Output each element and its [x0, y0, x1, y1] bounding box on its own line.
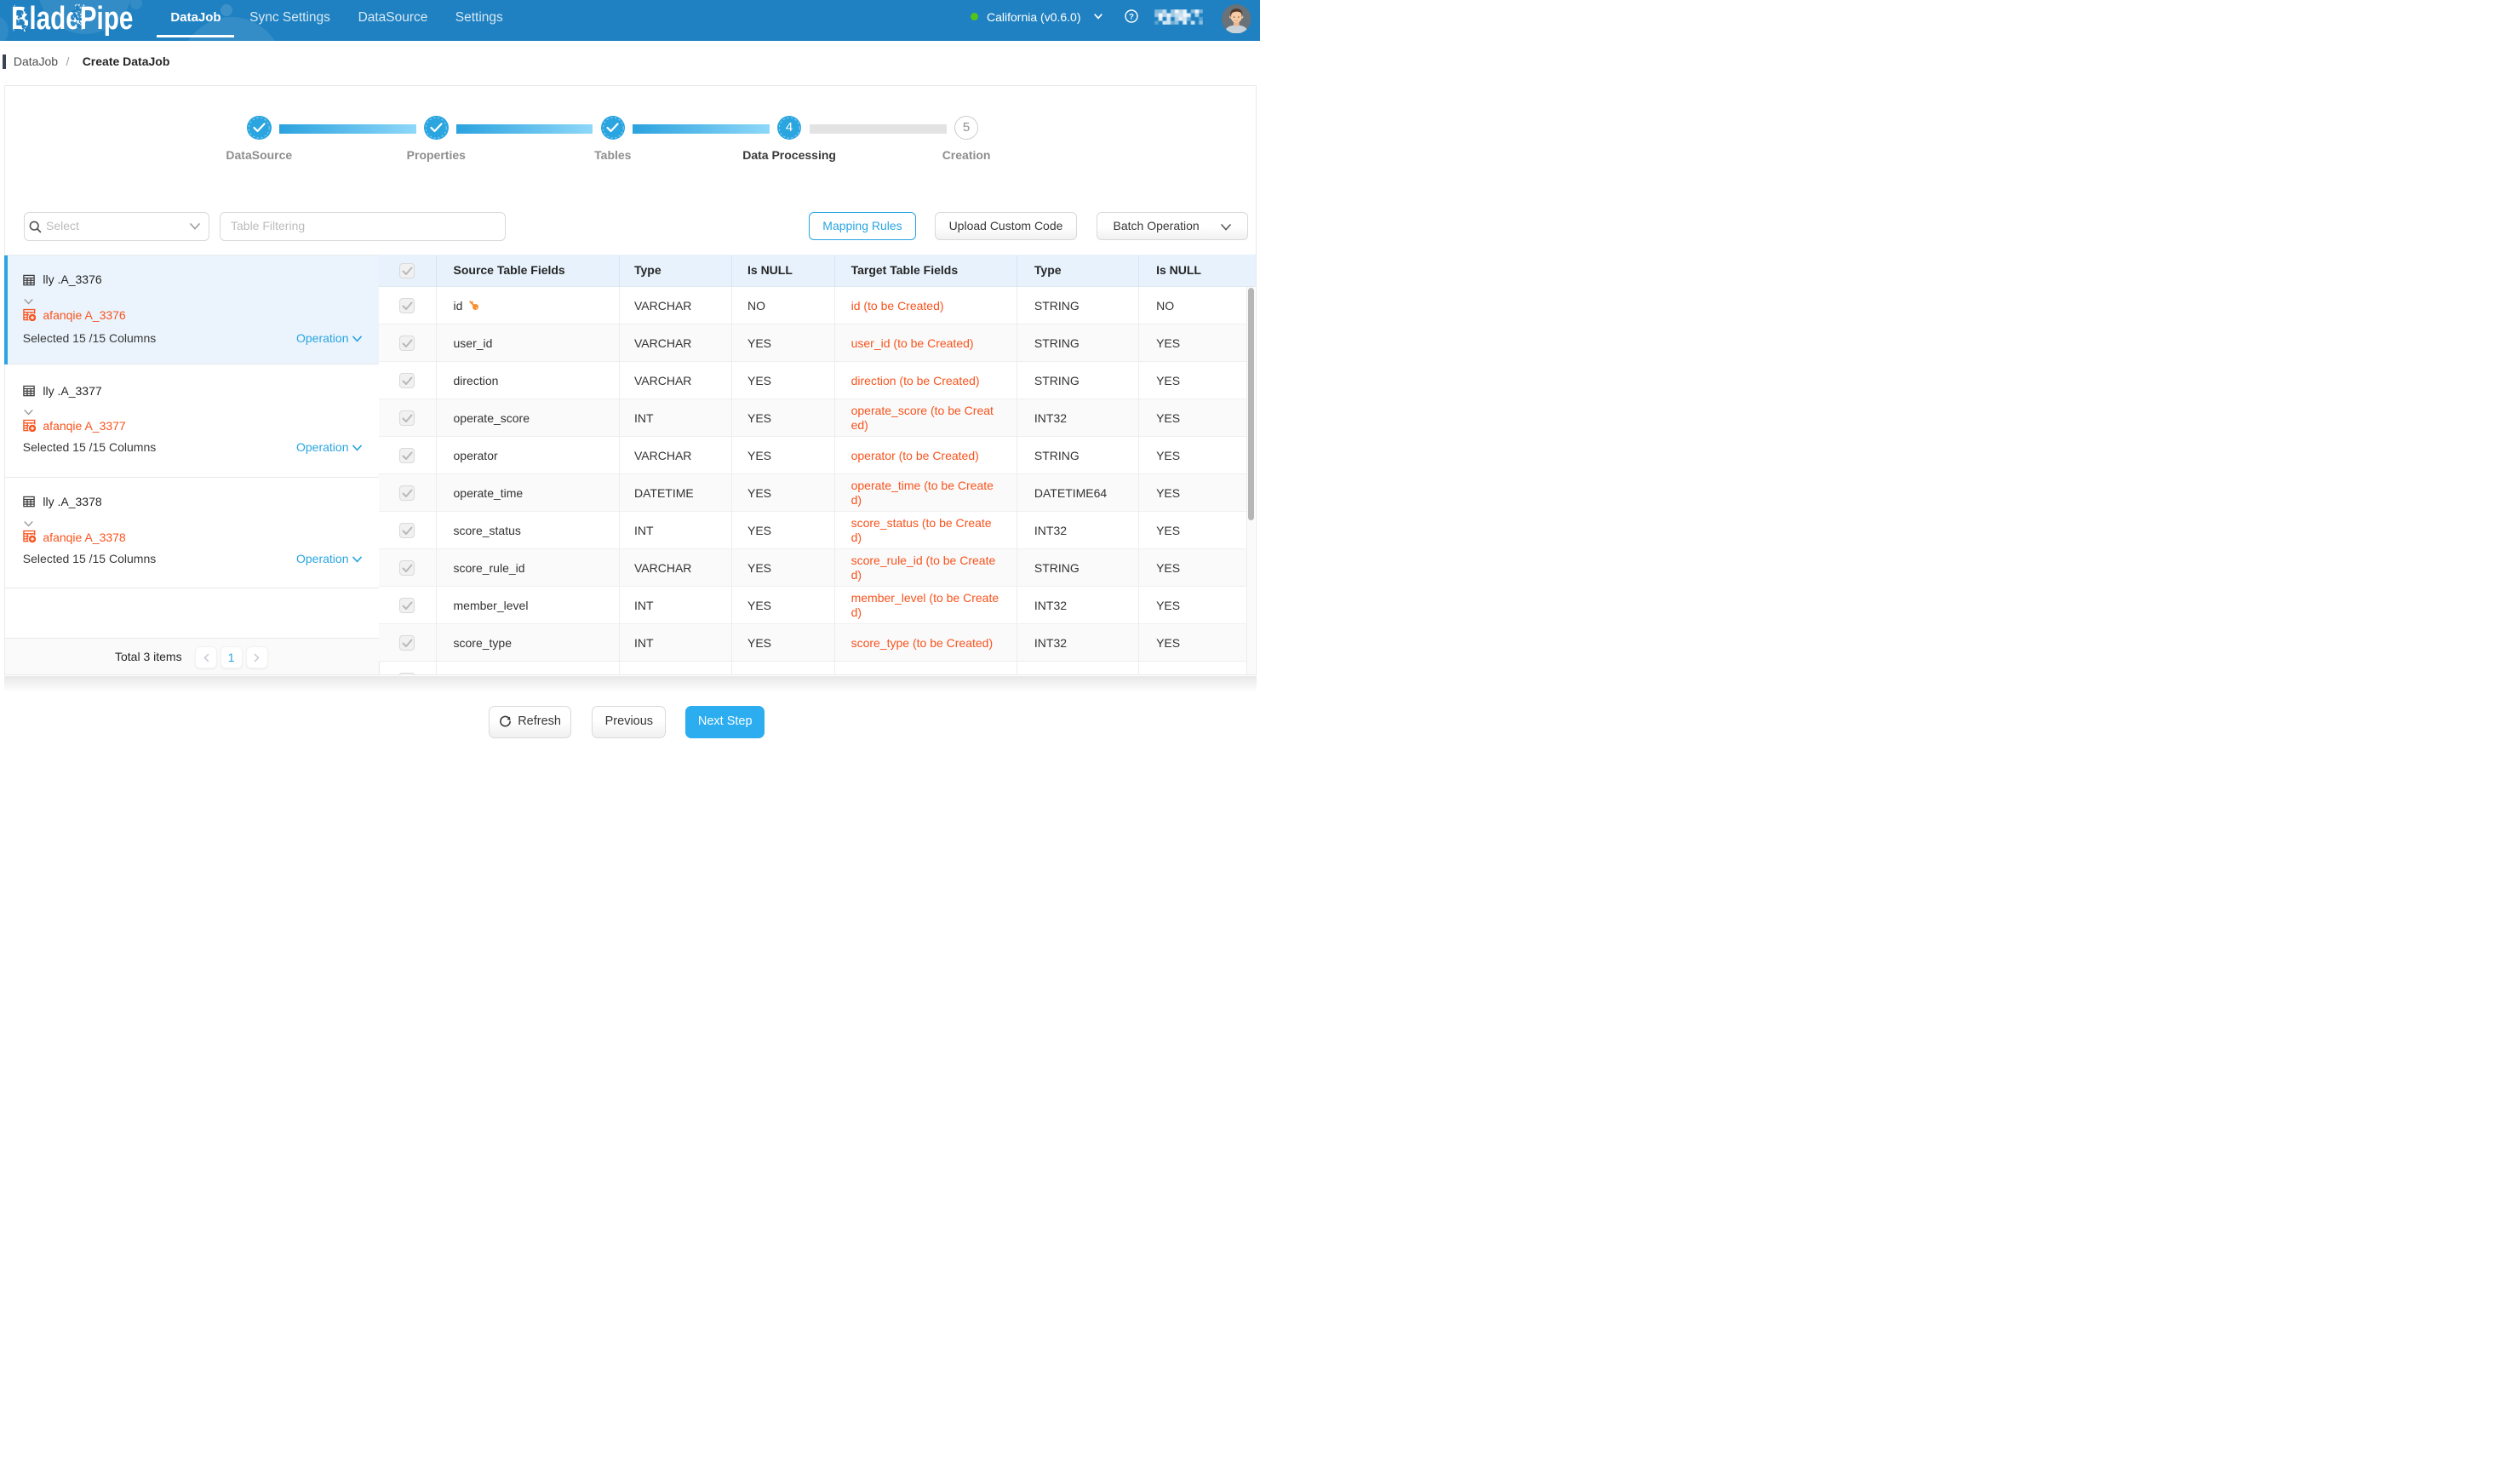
svg-text:?: ? — [1129, 12, 1134, 21]
